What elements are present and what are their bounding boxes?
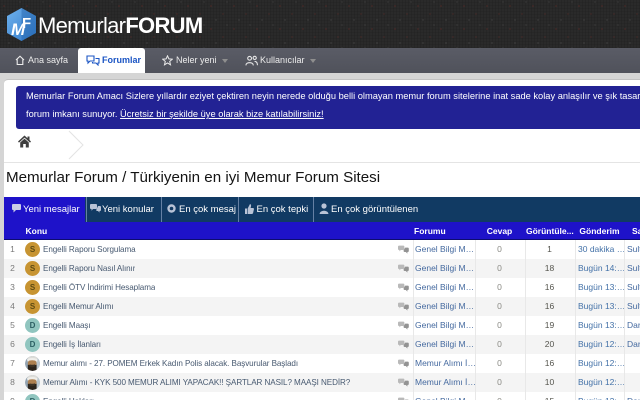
svg-text:F: F <box>22 15 31 32</box>
